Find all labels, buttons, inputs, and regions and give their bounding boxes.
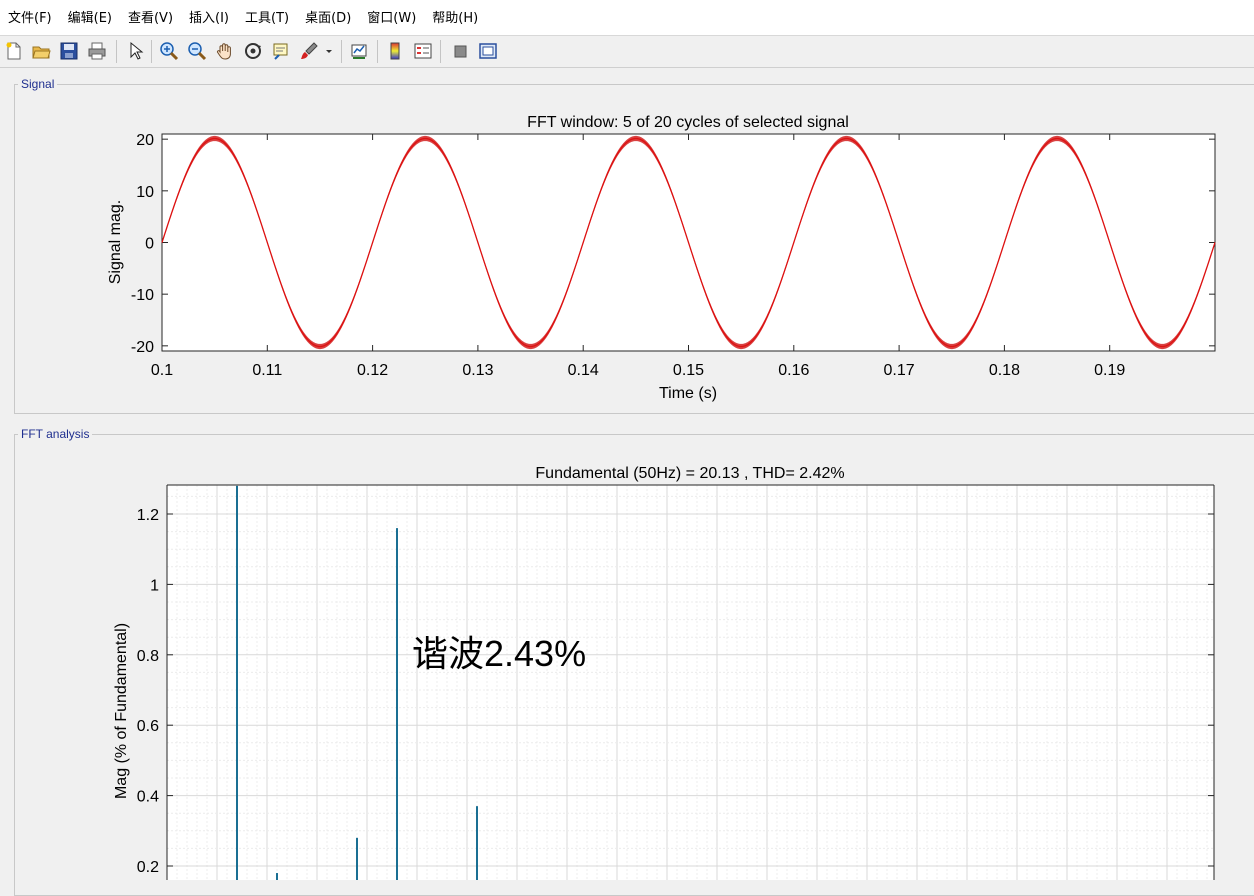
fft-y-tick-label: 0.4 (137, 789, 159, 806)
fft-chart-title: Fundamental (50Hz) = 20.13 , THD= 2.42% (535, 465, 844, 482)
fft-y-tick-label: 1 (150, 577, 159, 594)
fft-chart: 1.2 1 0.8 0.6 0.4 0.2 Fundamental (50Hz) = 20… (113, 465, 1215, 880)
fft-y-tick-label: 0.2 (137, 859, 159, 876)
fft-y-tick-label: 0.6 (137, 718, 159, 735)
fft-y-tick-label: 0.8 (137, 648, 159, 665)
fft-y-axis-label: Mag (% of Fundamental) (113, 623, 130, 799)
fft-y-tick-label: 1.2 (137, 507, 159, 524)
harmonic-annotation: 谐波2.43% (412, 633, 586, 674)
